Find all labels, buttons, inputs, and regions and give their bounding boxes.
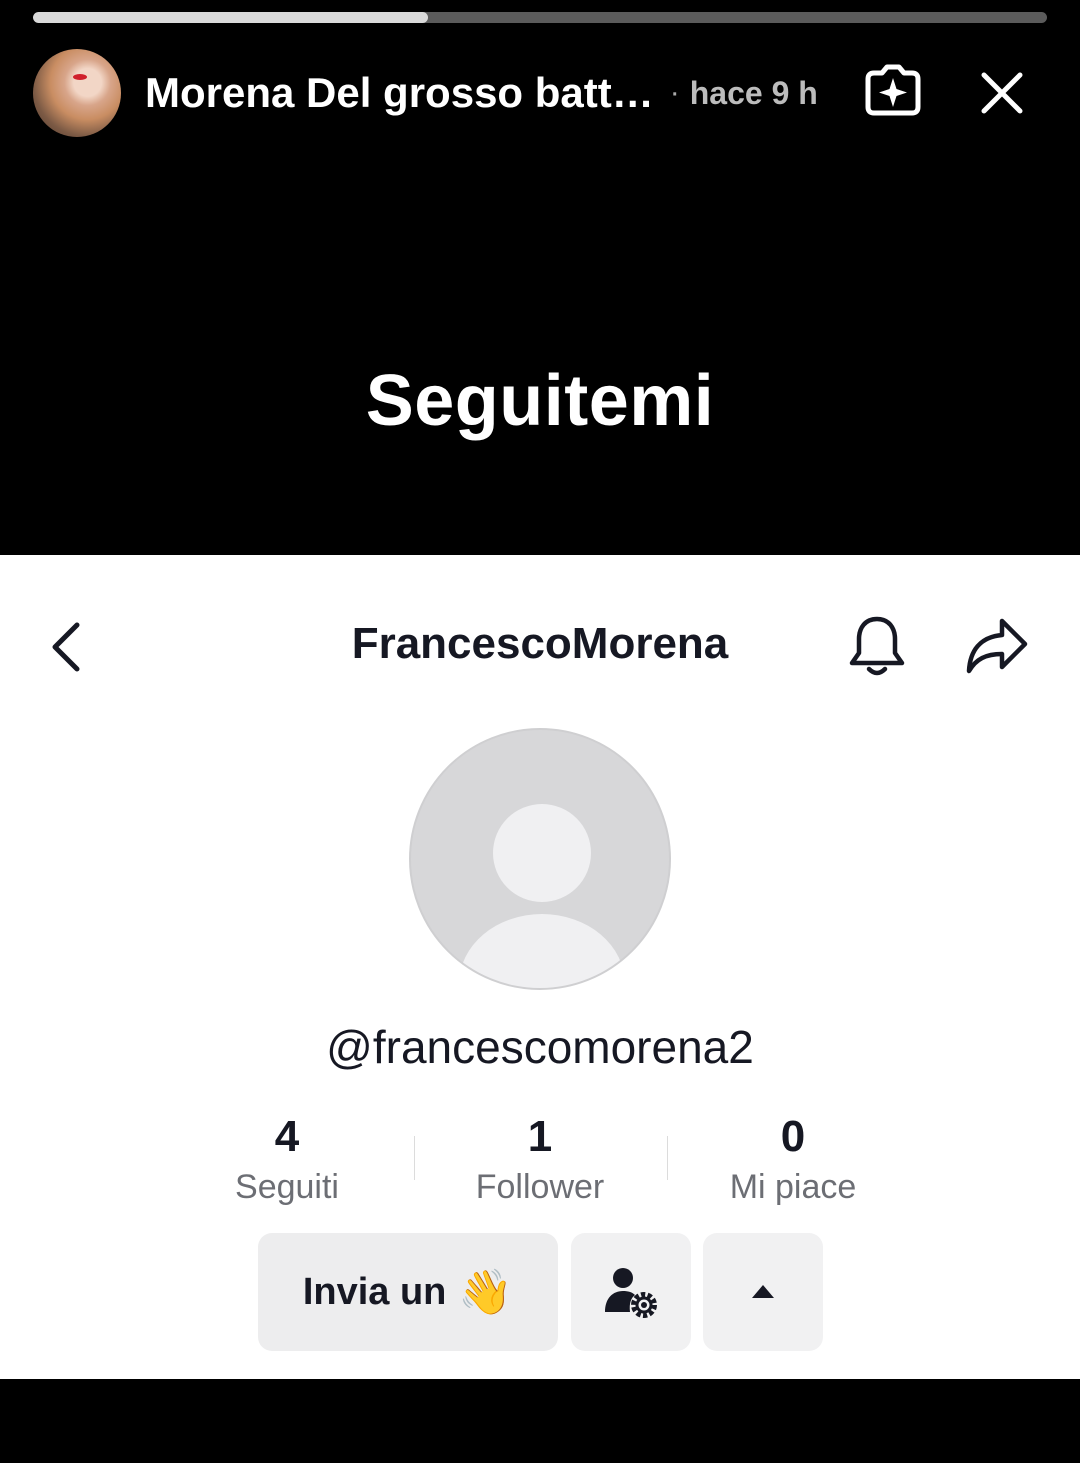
stat-followers-value: 1 xyxy=(527,1112,553,1161)
avatar-body xyxy=(459,914,625,988)
story-progress-bar xyxy=(33,12,1047,23)
stat-following-label: Seguiti xyxy=(235,1168,339,1206)
close-icon xyxy=(981,72,1023,114)
caret-up-icon xyxy=(752,1285,774,1298)
profile-title: FrancescoMorena xyxy=(351,619,729,668)
profile-screenshot: FrancescoMorena @francescomorena2 4 Segu… xyxy=(0,555,1080,1379)
profile-avatar xyxy=(409,728,671,990)
manage-user-button[interactable] xyxy=(571,1233,691,1351)
story-header: Morena Del grosso batt… · hace 9 h xyxy=(33,48,1047,138)
share-button[interactable] xyxy=(964,615,1030,677)
user-gear-icon xyxy=(605,1268,657,1318)
story-caption: Seguitemi xyxy=(365,361,715,441)
back-button[interactable] xyxy=(44,619,88,675)
chevron-left-icon xyxy=(52,622,80,672)
send-wave-button[interactable]: Invia un 👋 xyxy=(258,1233,558,1351)
stat-followers[interactable]: 1 Follower xyxy=(414,1110,666,1210)
sparkle-frame-icon xyxy=(865,64,921,116)
stat-followers-label: Follower xyxy=(475,1168,605,1206)
share-arrow-icon xyxy=(966,618,1028,674)
author-avatar[interactable] xyxy=(33,49,121,137)
story-author-name[interactable]: Morena Del grosso batt… xyxy=(145,69,654,117)
more-options-button[interactable] xyxy=(703,1233,823,1351)
avatar-head xyxy=(493,804,591,902)
story-posted-time: hace 9 h xyxy=(689,74,818,111)
stat-following-value: 4 xyxy=(274,1112,300,1161)
stat-following[interactable]: 4 Seguiti xyxy=(161,1110,413,1210)
stat-likes-value: 0 xyxy=(780,1112,806,1161)
waving-hand-icon: 👋 xyxy=(458,1267,514,1318)
effect-button[interactable] xyxy=(861,62,925,118)
notifications-button[interactable] xyxy=(846,613,908,679)
story-progress-fill xyxy=(33,12,429,23)
profile-stats: 4 Seguiti 1 Follower 0 Mi piace xyxy=(161,1110,919,1210)
close-button[interactable] xyxy=(977,68,1027,118)
profile-handle: @francescomorena2 xyxy=(326,1021,754,1073)
stat-likes-label: Mi piace xyxy=(729,1168,857,1206)
stat-likes[interactable]: 0 Mi piace xyxy=(667,1110,919,1210)
send-wave-label: Invia un xyxy=(302,1270,447,1313)
separator-dot: · xyxy=(669,76,680,109)
bell-icon xyxy=(849,616,905,676)
